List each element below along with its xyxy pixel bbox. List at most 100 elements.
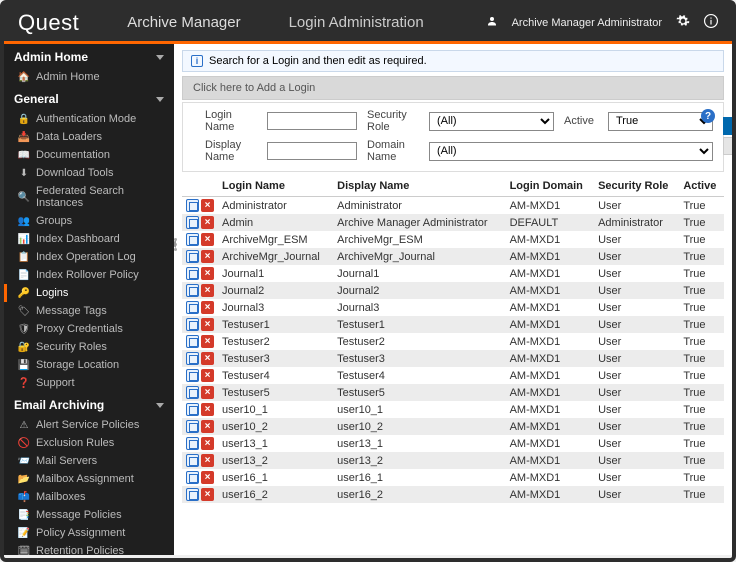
edit-icon[interactable] — [186, 233, 199, 246]
delete-icon[interactable]: × — [201, 335, 214, 348]
chevron-down-icon — [156, 55, 164, 60]
nav-item-download-tools[interactable]: ⬇Download Tools — [4, 164, 174, 182]
col-login-domain[interactable]: Login Domain — [506, 176, 595, 197]
nav-item-retention-policies[interactable]: 🗓Retention Policies — [4, 542, 174, 555]
nav-item-exclusion-rules[interactable]: 🚫Exclusion Rules — [4, 434, 174, 452]
table-row[interactable]: ×user16_1user16_1AM-MXD1UserTrue — [182, 469, 724, 486]
delete-icon[interactable]: × — [201, 233, 214, 246]
nav-item-documentation[interactable]: 📖Documentation — [4, 146, 174, 164]
help-icon[interactable]: ? — [701, 109, 715, 123]
edit-icon[interactable] — [186, 454, 199, 467]
table-row[interactable]: ×Testuser3Testuser3AM-MXD1UserTrue — [182, 350, 724, 367]
nav-item-message-tags[interactable]: 🏷Message Tags — [4, 302, 174, 320]
table-row[interactable]: ×user16_2user16_2AM-MXD1UserTrue — [182, 486, 724, 503]
edit-icon[interactable] — [186, 267, 199, 280]
login-name-input[interactable] — [267, 112, 357, 130]
edit-icon[interactable] — [186, 403, 199, 416]
nav-item-data-loaders[interactable]: 📥Data Loaders — [4, 128, 174, 146]
delete-icon[interactable]: × — [201, 199, 214, 212]
clear-button[interactable]: Clear — [723, 137, 732, 155]
table-row[interactable]: ×ArchiveMgr_JournalArchiveMgr_JournalAM-… — [182, 248, 724, 265]
delete-icon[interactable]: × — [201, 369, 214, 382]
delete-icon[interactable]: × — [201, 216, 214, 229]
table-row[interactable]: ×Testuser2Testuser2AM-MXD1UserTrue — [182, 333, 724, 350]
col-display-name[interactable]: Display Name — [333, 176, 505, 197]
delete-icon[interactable]: × — [201, 250, 214, 263]
nav-item-proxy-credentials[interactable]: 🛡Proxy Credentials — [4, 320, 174, 338]
edit-icon[interactable] — [186, 335, 199, 348]
edit-icon[interactable] — [186, 369, 199, 382]
table-row[interactable]: ×Journal3Journal3AM-MXD1UserTrue — [182, 299, 724, 316]
delete-icon[interactable]: × — [201, 471, 214, 484]
nav-item-federated-search-instances[interactable]: 🔍Federated Search Instances — [4, 182, 174, 212]
security-role-select[interactable]: (All) — [429, 112, 554, 131]
nav-item-mailbox-assignment[interactable]: 📂Mailbox Assignment — [4, 470, 174, 488]
nav-item-support[interactable]: ❓Support — [4, 374, 174, 392]
delete-icon[interactable]: × — [201, 318, 214, 331]
delete-icon[interactable]: × — [201, 267, 214, 280]
delete-icon[interactable]: × — [201, 284, 214, 297]
col-active[interactable]: Active — [679, 176, 724, 197]
edit-icon[interactable] — [186, 471, 199, 484]
nav-item-groups[interactable]: 👥Groups — [4, 212, 174, 230]
nav-item-authentication-mode[interactable]: 🔒Authentication Mode — [4, 110, 174, 128]
add-login-bar[interactable]: Click here to Add a Login — [182, 76, 724, 100]
table-row[interactable]: ×Testuser1Testuser1AM-MXD1UserTrue — [182, 316, 724, 333]
delete-icon[interactable]: × — [201, 403, 214, 416]
nav-item-storage-location[interactable]: 💾Storage Location — [4, 356, 174, 374]
table-row[interactable]: ×ArchiveMgr_ESMArchiveMgr_ESMAM-MXD1User… — [182, 231, 724, 248]
nav-item-mailboxes[interactable]: 📫Mailboxes — [4, 488, 174, 506]
gear-icon[interactable] — [676, 14, 690, 31]
table-row[interactable]: ×Journal1Journal1AM-MXD1UserTrue — [182, 265, 724, 282]
edit-icon[interactable] — [186, 437, 199, 450]
delete-icon[interactable]: × — [201, 386, 214, 399]
table-row[interactable]: ×user10_2user10_2AM-MXD1UserTrue — [182, 418, 724, 435]
active-select[interactable]: True — [608, 112, 713, 131]
search-button[interactable]: Search — [723, 117, 732, 135]
nav-item-admin-home[interactable]: 🏠Admin Home — [4, 68, 174, 86]
delete-icon[interactable]: × — [201, 437, 214, 450]
nav-item-index-operation-log[interactable]: 📋Index Operation Log — [4, 248, 174, 266]
edit-icon[interactable] — [186, 488, 199, 501]
table-row[interactable]: ×AdministratorAdministratorAM-MXD1UserTr… — [182, 197, 724, 215]
splitter-handle[interactable] — [174, 224, 178, 264]
edit-icon[interactable] — [186, 318, 199, 331]
delete-icon[interactable]: × — [201, 352, 214, 365]
delete-icon[interactable]: × — [201, 420, 214, 433]
table-row[interactable]: ×AdminArchive Manager AdministratorDEFAU… — [182, 214, 724, 231]
edit-icon[interactable] — [186, 386, 199, 399]
table-row[interactable]: ×Journal2Journal2AM-MXD1UserTrue — [182, 282, 724, 299]
edit-icon[interactable] — [186, 352, 199, 365]
table-row[interactable]: ×user10_1user10_1AM-MXD1UserTrue — [182, 401, 724, 418]
delete-icon[interactable]: × — [201, 301, 214, 314]
edit-icon[interactable] — [186, 284, 199, 297]
info-icon[interactable] — [704, 14, 718, 31]
edit-icon[interactable] — [186, 250, 199, 263]
table-row[interactable]: ×user13_1user13_1AM-MXD1UserTrue — [182, 435, 724, 452]
nav-item-index-rollover-policy[interactable]: 📄Index Rollover Policy — [4, 266, 174, 284]
nav-item-index-dashboard[interactable]: 📊Index Dashboard — [4, 230, 174, 248]
domain-name-select[interactable]: (All) — [429, 142, 713, 161]
nav-section[interactable]: Email Archiving — [4, 392, 174, 416]
nav-section[interactable]: Admin Home — [4, 44, 174, 68]
edit-icon[interactable] — [186, 420, 199, 433]
edit-icon[interactable] — [186, 301, 199, 314]
nav-item-policy-assignment[interactable]: 📝Policy Assignment — [4, 524, 174, 542]
edit-icon[interactable] — [186, 216, 199, 229]
col-login-name[interactable]: Login Name — [218, 176, 333, 197]
delete-icon[interactable]: × — [201, 488, 214, 501]
display-name-input[interactable] — [267, 142, 357, 160]
delete-icon[interactable]: × — [201, 454, 214, 467]
nav-item-security-roles[interactable]: 🔐Security Roles — [4, 338, 174, 356]
table-row[interactable]: ×Testuser4Testuser4AM-MXD1UserTrue — [182, 367, 724, 384]
nav-section[interactable]: General — [4, 86, 174, 110]
table-row[interactable]: ×Testuser5Testuser5AM-MXD1UserTrue — [182, 384, 724, 401]
nav-item-logins[interactable]: 🔑Logins — [4, 284, 174, 302]
nav-item-message-policies[interactable]: 📑Message Policies — [4, 506, 174, 524]
col-security-role[interactable]: Security Role — [594, 176, 679, 197]
nav-item-mail-servers[interactable]: 📨Mail Servers — [4, 452, 174, 470]
edit-icon[interactable] — [186, 199, 199, 212]
nav-item-alert-service-policies[interactable]: ⚠Alert Service Policies — [4, 416, 174, 434]
display-name-label: Display Name — [205, 139, 257, 163]
table-row[interactable]: ×user13_2user13_2AM-MXD1UserTrue — [182, 452, 724, 469]
